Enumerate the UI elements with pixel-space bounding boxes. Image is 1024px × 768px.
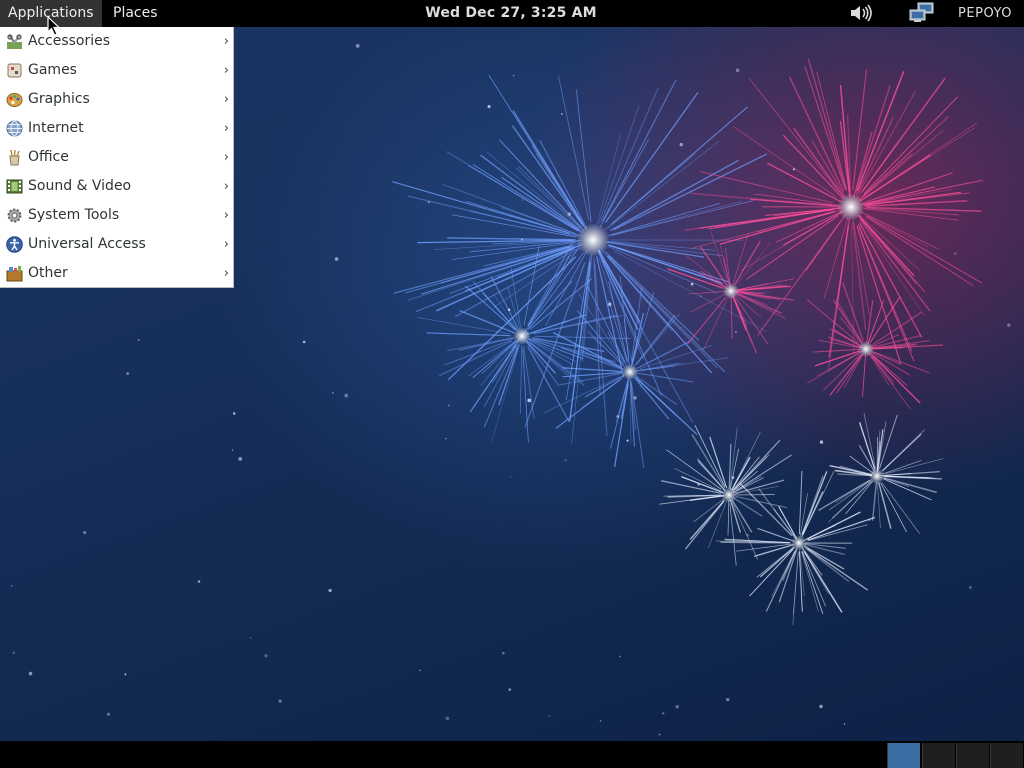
sound-video-icon [6, 179, 23, 194]
menu-item-label: Games [28, 62, 77, 78]
menu-item-internet[interactable]: Internet › [0, 114, 233, 143]
applications-dropdown: Accessories › Games › Graphics › Interne… [0, 27, 234, 288]
internet-icon [6, 120, 23, 137]
menu-item-label: Universal Access [28, 236, 146, 252]
menu-item-label: Sound & Video [28, 178, 132, 194]
submenu-arrow-icon: › [223, 63, 229, 78]
firework-burst [716, 470, 876, 625]
submenu-arrow-icon: › [223, 237, 229, 252]
menu-item-label: Accessories [28, 33, 111, 49]
submenu-arrow-icon: › [223, 121, 229, 136]
universal-access-icon [6, 236, 23, 253]
submenu-arrow-icon: › [223, 208, 229, 223]
menu-item-label: Graphics [28, 91, 90, 107]
other-icon [6, 266, 23, 282]
firework-burst [818, 412, 944, 534]
menu-item-label: Internet [28, 120, 84, 136]
network-icon[interactable] [909, 2, 935, 24]
submenu-arrow-icon: › [223, 34, 229, 49]
accessories-icon [7, 34, 22, 49]
menu-item-sound-video[interactable]: Sound & Video › [0, 172, 233, 201]
mouse-pointer-icon [47, 16, 61, 36]
workspace-4[interactable] [990, 743, 1023, 768]
menu-item-games[interactable]: Games › [0, 56, 233, 85]
top-panel: Applications Places Wed Dec 27, 3:25 AM … [0, 0, 1024, 27]
firework-burst [659, 425, 792, 566]
submenu-arrow-icon: › [223, 92, 229, 107]
bottom-panel [0, 741, 1024, 768]
menu-item-label: Office [28, 149, 69, 165]
menu-item-label: Other [28, 265, 68, 281]
firework-burst [392, 74, 768, 444]
graphics-icon [6, 93, 23, 107]
submenu-arrow-icon: › [223, 266, 229, 281]
user-menu[interactable]: PEPOYO [946, 0, 1024, 27]
system-tools-icon [7, 208, 22, 223]
workspace-2[interactable] [922, 743, 955, 768]
volume-icon[interactable] [849, 3, 873, 23]
menu-item-graphics[interactable]: Graphics › [0, 85, 233, 114]
menu-item-universal-access[interactable]: Universal Access › [0, 230, 233, 259]
menu-item-system-tools[interactable]: System Tools › [0, 201, 233, 230]
menu-item-accessories[interactable]: Accessories › [0, 27, 233, 56]
places-menu-button[interactable]: Places [105, 0, 166, 27]
submenu-arrow-icon: › [223, 150, 229, 165]
menu-item-office[interactable]: Office › [0, 143, 233, 172]
menu-item-other[interactable]: Other › [0, 259, 233, 288]
games-icon [7, 63, 22, 78]
clock[interactable]: Wed Dec 27, 3:25 AM [380, 0, 642, 27]
office-icon [9, 149, 20, 166]
firework-burst [684, 58, 983, 372]
workspace-3[interactable] [956, 743, 989, 768]
workspace-1[interactable] [887, 743, 920, 768]
submenu-arrow-icon: › [223, 179, 229, 194]
menu-item-label: System Tools [28, 207, 120, 223]
